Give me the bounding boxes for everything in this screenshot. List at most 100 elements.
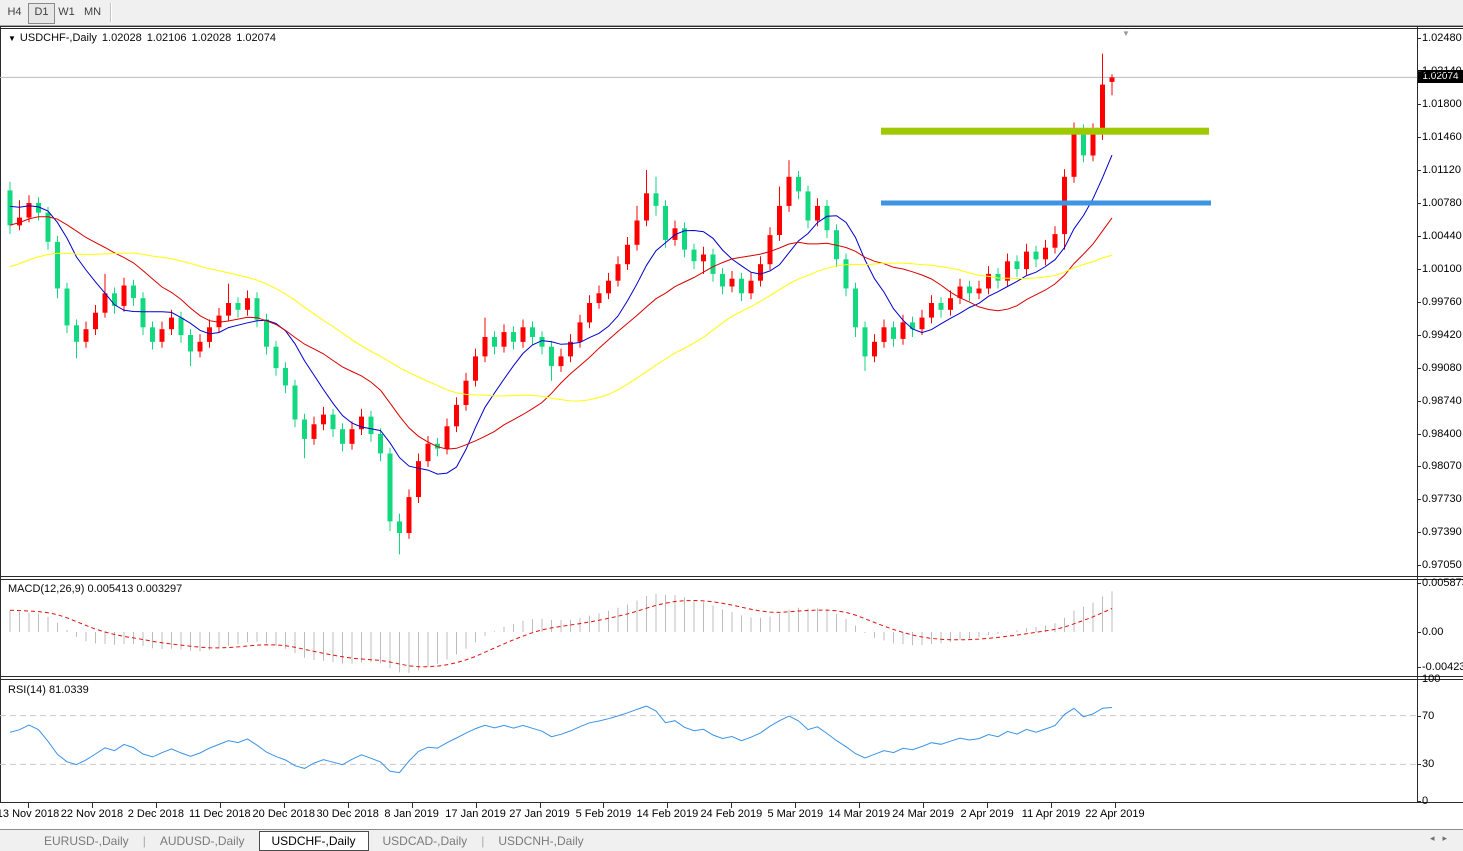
date-axis-label: 5 Feb 2019 — [576, 808, 632, 820]
date-axis-tick — [92, 803, 93, 808]
date-axis-label: 22 Apr 2019 — [1085, 808, 1144, 820]
price-axis-label: 0.99080 — [1422, 362, 1462, 374]
price-axis-label-tick — [1417, 499, 1421, 500]
price-axis-label: 1.00440 — [1422, 230, 1462, 242]
price-axis-label: 1.02480 — [1422, 32, 1462, 44]
date-axis-label: 30 Dec 2018 — [316, 808, 378, 820]
price-axis-label: 1.01460 — [1422, 131, 1462, 143]
chart-close-value: 1.02074 — [236, 32, 276, 44]
price-axis-label: 0.98400 — [1422, 428, 1462, 440]
date-axis-label: 8 Jan 2019 — [384, 808, 438, 820]
tab-audusd-daily[interactable]: AUDUSD-,Daily — [146, 832, 259, 850]
date-axis-tick — [1115, 803, 1116, 808]
timeframe-button-d1[interactable]: D1 — [28, 3, 55, 24]
price-axis-label: 1.00100 — [1422, 263, 1462, 275]
rsi-label: RSI(14) 81.0339 — [8, 684, 89, 696]
timeframe-button-w1[interactable]: W1 — [54, 3, 79, 22]
price-axis-label-tick — [1417, 203, 1421, 204]
macd-panel-divider[interactable] — [0, 576, 1463, 577]
price-axis-label-tick — [1417, 170, 1421, 171]
chart-symbol-label: USDCHF-,Daily — [20, 32, 97, 44]
date-axis-label: 24 Mar 2019 — [892, 808, 954, 820]
rsi-axis-label: 100 — [1422, 673, 1462, 685]
macd-axis-label: -0.004238 — [1422, 661, 1462, 673]
price-axis-label-tick — [1417, 71, 1421, 72]
chart-low-value: 1.02028 — [191, 32, 231, 44]
date-axis-tick — [540, 803, 541, 808]
main-chart-plot[interactable] — [0, 29, 1417, 576]
date-axis-tick — [795, 803, 796, 808]
date-axis-tick — [220, 803, 221, 808]
price-axis-label-tick — [1417, 335, 1421, 336]
mid-ma-line — [10, 217, 1112, 449]
price-axis-border — [1417, 26, 1418, 803]
support-hline — [881, 201, 1211, 206]
price-axis-label: 0.97390 — [1422, 526, 1462, 538]
rsi-panel-divider[interactable] — [0, 676, 1463, 677]
date-axis-tick — [731, 803, 732, 808]
date-axis-label: 20 Dec 2018 — [253, 808, 315, 820]
date-axis-label: 2 Apr 2019 — [960, 808, 1013, 820]
date-axis-label: 27 Jan 2019 — [509, 808, 570, 820]
date-axis-label: 11 Apr 2019 — [1022, 808, 1081, 820]
rsi-axis-label-tick — [1417, 801, 1421, 802]
price-axis-label: 0.99760 — [1422, 296, 1462, 308]
price-axis-label: 0.99420 — [1422, 329, 1462, 341]
date-axis-tick — [859, 803, 860, 808]
timeframe-button-h4[interactable]: H4 — [2, 3, 27, 22]
main-panel-top-border — [0, 26, 1463, 27]
date-axis-label: 24 Feb 2019 — [700, 808, 762, 820]
price-axis-label: 0.97050 — [1422, 559, 1462, 571]
date-axis-tick — [412, 803, 413, 808]
price-axis-label: 0.98070 — [1422, 460, 1462, 472]
timeframe-button-mn[interactable]: MN — [80, 3, 105, 22]
rsi-axis-label-tick — [1417, 679, 1421, 680]
date-axis-tick — [667, 803, 668, 808]
rsi-axis-label: 0 — [1422, 795, 1462, 807]
date-axis-tick — [28, 803, 29, 808]
tab-usdcad-daily[interactable]: USDCAD-,Daily — [369, 832, 482, 850]
price-axis-label-tick — [1417, 104, 1421, 105]
price-axis-label-tick — [1417, 532, 1421, 533]
chart-high-value: 1.02106 — [147, 32, 187, 44]
date-axis-label: 14 Mar 2019 — [828, 808, 890, 820]
date-axis-label: 14 Feb 2019 — [637, 808, 699, 820]
price-axis-label: 0.97730 — [1422, 493, 1462, 505]
slow-ma-line — [10, 253, 1112, 401]
tab-scroll-left-icon[interactable]: ◂ — [1430, 833, 1443, 843]
tab-scroll-right-icon[interactable]: ▸ — [1442, 833, 1455, 843]
price-axis-label-tick — [1417, 401, 1421, 402]
date-axis-tick — [923, 803, 924, 808]
rsi-axis-label: 30 — [1422, 758, 1462, 770]
date-axis-tick — [156, 803, 157, 808]
macd-axis-label-tick — [1417, 583, 1421, 584]
tab-usdcnh-daily[interactable]: USDCNH-,Daily — [484, 832, 597, 850]
tab-usdchf-daily[interactable]: USDCHF-,Daily — [259, 831, 369, 851]
chart-shift-marker-icon[interactable]: ▼ — [1122, 29, 1130, 38]
macd-axis-label-tick — [1417, 667, 1421, 668]
tab-eurusd-daily[interactable]: EURUSD-,Daily — [30, 832, 143, 850]
resistance-hline — [881, 128, 1209, 135]
timeframe-toolbar: H4D1W1MN — [0, 0, 1463, 26]
date-axis-tick — [1051, 803, 1052, 808]
price-axis-label-tick — [1417, 137, 1421, 138]
price-axis-label: 0.98740 — [1422, 395, 1462, 407]
price-axis-label-tick — [1417, 466, 1421, 467]
price-axis-label-tick — [1417, 269, 1421, 270]
mt4-window: H4D1W1MN ▼ USDCHF-,Daily 1.02028 1.02106 1.0… — [0, 0, 1463, 851]
date-axis-label: 17 Jan 2019 — [445, 808, 506, 820]
price-axis-label-tick — [1417, 368, 1421, 369]
macd-axis-label-tick — [1417, 632, 1421, 633]
price-axis-label: 1.02140 — [1422, 65, 1462, 77]
macd-histogram — [10, 591, 1112, 673]
macd-indicator-plot[interactable] — [0, 580, 1417, 675]
price-axis-label-tick — [1417, 38, 1421, 39]
date-axis-label: 2 Dec 2018 — [128, 808, 184, 820]
date-axis-label: 13 Nov 2018 — [0, 808, 59, 820]
toolbar-separator — [110, 3, 112, 22]
macd-axis-label: 0.005873 — [1422, 577, 1462, 589]
chart-collapse-icon[interactable]: ▼ — [8, 34, 16, 43]
rsi-indicator-plot[interactable] — [0, 680, 1417, 802]
date-axis-tick — [476, 803, 477, 808]
date-axis-label: 22 Nov 2018 — [61, 808, 123, 820]
